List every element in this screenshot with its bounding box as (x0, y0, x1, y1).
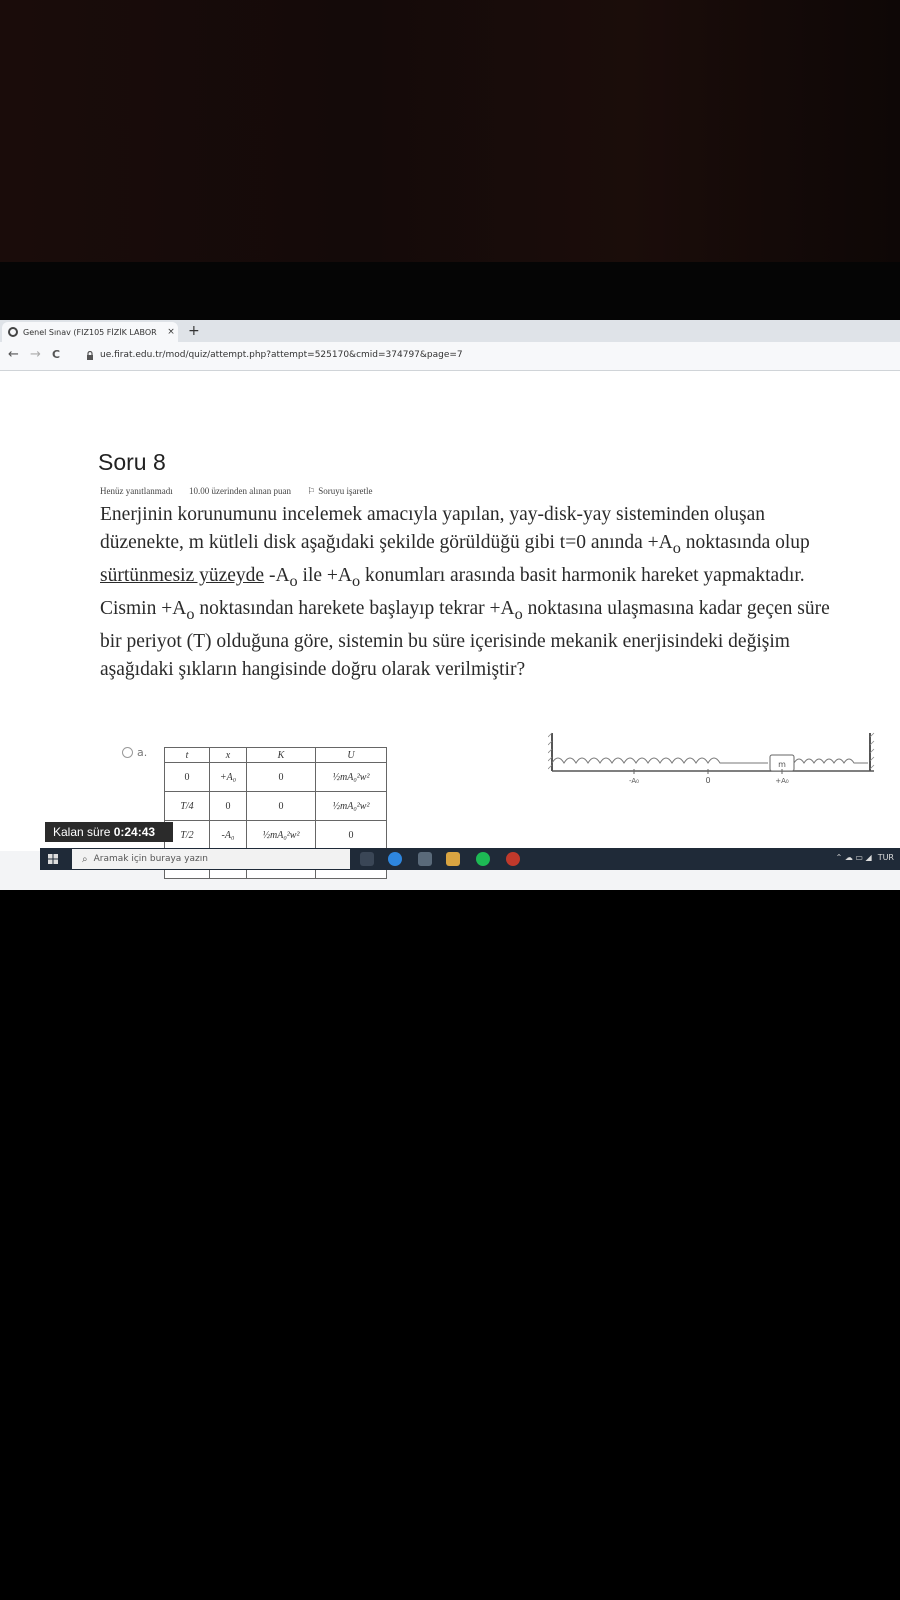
flag-question-link[interactable]: ⚐ Soruyu işaretle (307, 486, 386, 496)
table-row: T/2 -A₀ ½mA₀²w² 0 (164, 820, 387, 850)
quiz-page: Soru 8 Henüz yanıtlanmadı 10.00 üzerinde… (0, 371, 900, 879)
question-title: Soru 8 (98, 449, 166, 475)
question-points: 10.00 üzerinden alınan puan (188, 486, 291, 496)
windows-start-icon[interactable] (48, 854, 58, 864)
timer-value: 0:24:43 (113, 825, 156, 839)
address-bar-row: ← → C ue.firat.edu.tr/mod/quiz/attempt.p… (0, 342, 900, 371)
close-tab-icon[interactable]: × (164, 327, 178, 337)
table-cell: T/4 (164, 791, 210, 821)
monitor-bezel-top (0, 262, 900, 320)
system-tray: ⌃ ☁ ▭ ◢ TUR (836, 853, 894, 862)
chrome-icon[interactable] (506, 852, 520, 866)
monitor-bezel-bottom (0, 890, 900, 1600)
question-line-5: bir periyot (T) olduğuna göre, sistemin … (100, 630, 790, 652)
table-cell: -A₀ (209, 820, 247, 850)
reload-icon[interactable]: C (52, 348, 60, 362)
mass-label: m (778, 760, 786, 769)
search-placeholder: Aramak için buraya yazın (93, 854, 208, 864)
table-cell: ½mA₀²w² (315, 762, 387, 792)
question-info: Henüz yanıtlanmadı 10.00 üzerinden alına… (100, 486, 401, 497)
question-line-4: Cismin +Ao noktasından harekete başlayıp… (100, 597, 830, 623)
browser-tab-bar: Genel Sınav (FIZ105 FİZİK LABOR × + (0, 320, 900, 342)
question-line-6: aşağıdaki şıkların hangisinde doğru olar… (100, 658, 526, 680)
option-a[interactable]: a. (122, 746, 147, 759)
table-cell: +A₀ (209, 762, 247, 792)
question-text: Enerjinin korunumunu incelemek amacıyla … (100, 501, 890, 684)
position-label-zero: 0 (705, 776, 710, 785)
quiz-timer: Kalan süre 0:24:43 (45, 822, 173, 842)
table-cell: 0 (209, 791, 247, 821)
edge-icon[interactable] (388, 852, 402, 866)
taskbar-search-input[interactable]: ⌕ Aramak için buraya yazın (72, 849, 350, 869)
flag-label: Soruyu işaretle (318, 486, 373, 496)
question-line-2: düzenekte, m kütleli disk aşağıdaki şeki… (100, 532, 810, 557)
question-status: Henüz yanıtlanmadı (100, 486, 173, 496)
lock-icon (87, 351, 93, 360)
windows-taskbar: ⌕ Aramak için buraya yazın ⌃ ☁ ▭ ◢ TUR (40, 848, 900, 870)
table-cell: 0 (246, 791, 316, 821)
new-tab-button[interactable]: + (188, 322, 200, 340)
store-icon[interactable] (418, 852, 432, 866)
spring-disk-figure: m -A₀ 0 +A₀ (548, 732, 875, 785)
browser-tab[interactable]: Genel Sınav (FIZ105 FİZİK LABOR × (2, 322, 178, 342)
search-icon: ⌕ (82, 853, 88, 865)
option-a-radio[interactable] (122, 747, 133, 758)
url-field[interactable]: ue.firat.edu.tr/mod/quiz/attempt.php?att… (100, 350, 463, 360)
tray-icons[interactable]: ⌃ ☁ ▭ ◢ (836, 853, 872, 862)
room-background (0, 0, 900, 265)
tab-title: Genel Sınav (FIZ105 FİZİK LABOR (23, 327, 157, 337)
flag-icon: ⚐ (307, 486, 316, 496)
table-cell: ½mA₀²w² (315, 791, 387, 821)
table-header-t: t (164, 747, 210, 763)
table-cell: 0 (315, 820, 387, 850)
task-view-icon[interactable] (360, 852, 374, 866)
spotify-icon[interactable] (476, 852, 490, 866)
timer-label: Kalan süre (53, 825, 114, 839)
monitor-screen: Genel Sınav (FIZ105 FİZİK LABOR × + ← → … (0, 320, 900, 890)
option-a-label: a. (137, 746, 148, 759)
table-cell: 0 (246, 762, 316, 792)
table-header-u: U (315, 747, 387, 763)
table-row: 0 +A₀ 0 ½mA₀²w² (164, 762, 387, 792)
table-cell: 0 (164, 762, 210, 792)
table-cell: ½mA₀²w² (246, 820, 316, 850)
position-label-pos: +A₀ (775, 777, 789, 785)
table-header-k: K (246, 747, 316, 763)
position-label-neg: -A₀ (629, 777, 639, 785)
forward-icon[interactable]: → (30, 348, 41, 362)
question-line-3: sürtünmesiz yüzeyde -Ao ile +Ao konumlar… (100, 564, 805, 590)
site-favicon-icon (8, 327, 18, 337)
file-explorer-icon[interactable] (446, 852, 460, 866)
table-row: T/4 0 0 ½mA₀²w² (164, 791, 387, 821)
back-icon[interactable]: ← (8, 348, 19, 362)
table-header-x: x (209, 747, 247, 763)
language-indicator[interactable]: TUR (878, 853, 894, 862)
question-line-1: Enerjinin korunumunu incelemek amacıyla … (100, 504, 765, 525)
